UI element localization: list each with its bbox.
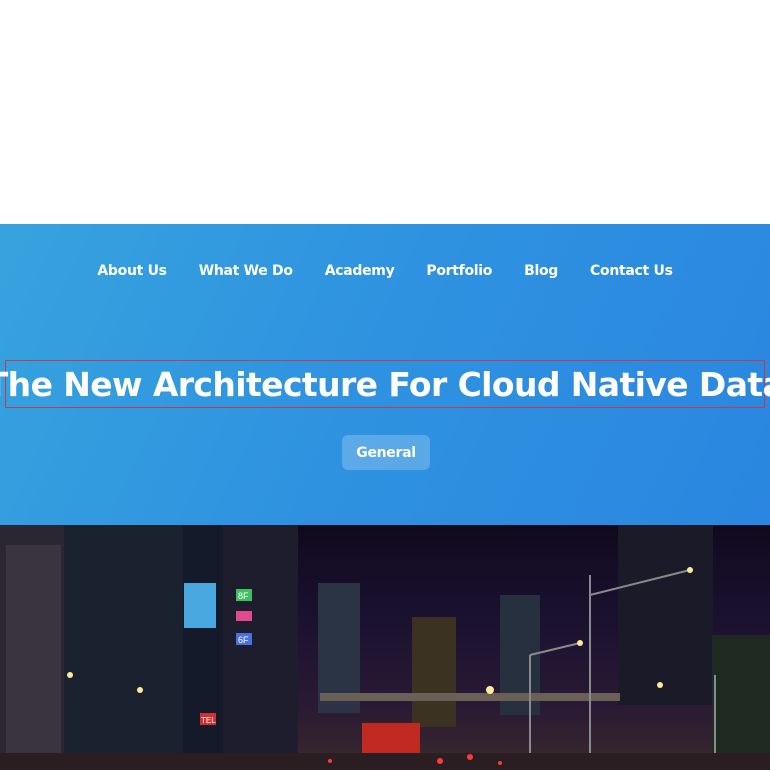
nav-what-we-do[interactable]: What We Do xyxy=(183,263,309,279)
hero-title-container: The New Architecture For Cloud Native Da… xyxy=(0,360,770,408)
category-tag-button[interactable]: General xyxy=(342,435,430,470)
nav-academy[interactable]: Academy xyxy=(309,263,411,279)
tower-right xyxy=(618,525,713,705)
nav-contact-us[interactable]: Contact Us xyxy=(574,263,689,279)
sign-tel: TEL xyxy=(201,716,216,725)
sign-8f: 8F xyxy=(238,591,249,601)
header-blank-area xyxy=(0,0,770,224)
featured-image: 8F 6F TEL xyxy=(0,525,770,770)
trees-right xyxy=(712,635,770,770)
page: About Us What We Do Academy Portfolio Bl… xyxy=(0,0,770,770)
billboard-sign xyxy=(184,583,216,628)
overpass xyxy=(320,693,620,701)
building-glass xyxy=(64,525,184,770)
night-city-illustration: 8F 6F TEL xyxy=(0,525,770,770)
sign-pink xyxy=(236,611,252,621)
building-sign-tower xyxy=(183,525,223,770)
building-left-facade xyxy=(6,545,61,755)
sign-6f: 6F xyxy=(238,635,249,645)
page-title: The New Architecture For Cloud Native Da… xyxy=(0,364,770,404)
main-nav: About Us What We Do Academy Portfolio Bl… xyxy=(0,263,770,279)
hero-banner: About Us What We Do Academy Portfolio Bl… xyxy=(0,224,770,525)
nav-blog[interactable]: Blog xyxy=(508,263,574,279)
nav-portfolio[interactable]: Portfolio xyxy=(410,263,508,279)
tower-lit xyxy=(412,617,456,727)
nav-about-us[interactable]: About Us xyxy=(81,263,182,279)
street xyxy=(0,753,770,770)
building-mid xyxy=(223,525,298,770)
